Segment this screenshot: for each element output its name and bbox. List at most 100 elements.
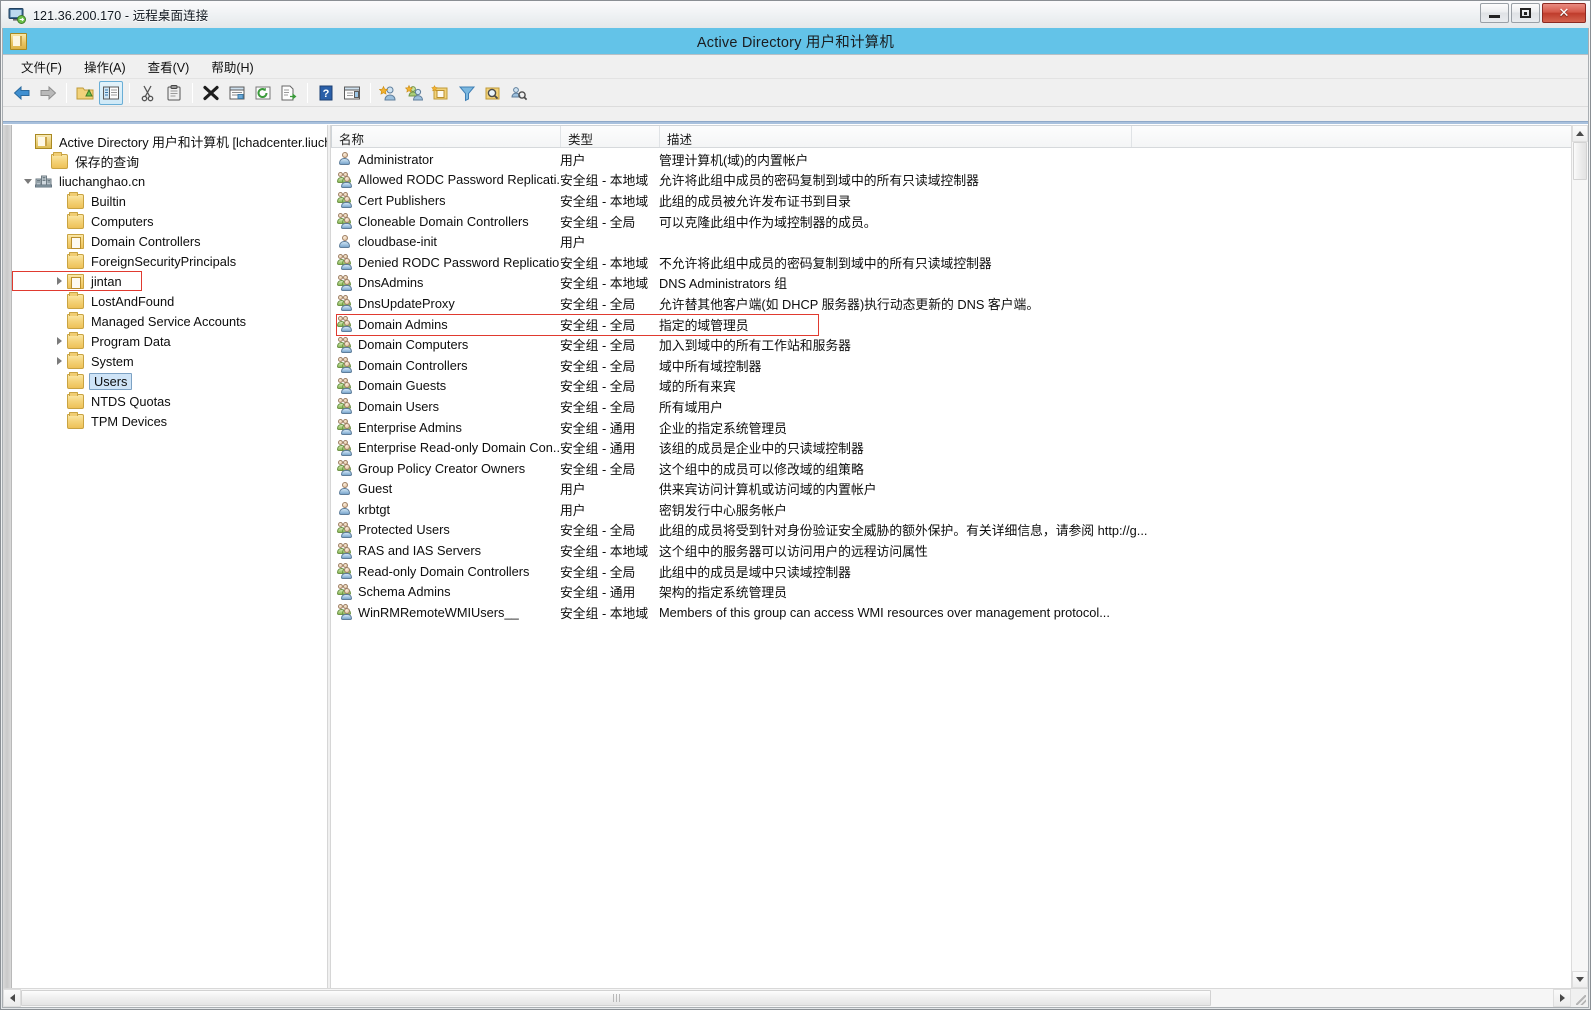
table-row[interactable]: RAS and IAS Servers 安全组 - 本地域 这个组中的服务器可以访问… bbox=[331, 540, 1571, 561]
tree-item-managed-service-accounts[interactable]: Managed Service Accounts bbox=[12, 311, 327, 331]
horizontal-scrollbar[interactable] bbox=[3, 988, 1588, 1007]
menu-file[interactable]: 文件(F) bbox=[11, 54, 72, 79]
chevron-right-icon[interactable] bbox=[52, 357, 67, 365]
table-row[interactable]: krbtgt 用户 密钥发行中心服务帐户 bbox=[331, 499, 1571, 520]
left-edge-scroll-rail[interactable] bbox=[3, 125, 12, 988]
cell-name: Domain Controllers bbox=[331, 357, 560, 374]
show-action-pane-button[interactable] bbox=[340, 81, 364, 105]
vertical-scrollbar-track[interactable] bbox=[1572, 142, 1588, 971]
object-name: Domain Controllers bbox=[358, 357, 468, 373]
table-row[interactable]: DnsUpdateProxy 安全组 - 全局 允许替其他客户端(如 DHCP 服务… bbox=[331, 293, 1571, 314]
tree-item-[interactable]: 保存的查询 bbox=[12, 151, 327, 171]
rdp-titlebar[interactable]: 121.36.200.170 - 远程桌面连接 ✕ bbox=[1, 1, 1590, 28]
show-hide-console-tree-button[interactable] bbox=[99, 80, 123, 105]
menu-bar: 文件(F) 操作(A) 查看(V) 帮助(H) bbox=[3, 55, 1588, 79]
tree-item-label: Computers bbox=[91, 213, 154, 229]
cell-type: 安全组 - 全局 bbox=[560, 296, 636, 312]
back-button[interactable] bbox=[10, 81, 34, 105]
list-view-pane[interactable]: 名称 类型 描述 Administrator 用户 管理计算机(域)的内置帐户 All… bbox=[331, 125, 1571, 988]
table-row[interactable]: DnsAdmins 安全组 - 本地域 DNS Administrators 组 bbox=[331, 273, 1571, 294]
up-one-level-button[interactable] bbox=[73, 81, 97, 105]
cut-button[interactable] bbox=[136, 81, 160, 105]
table-row[interactable]: Protected Users 安全组 - 全局 此组的成员将受到针对身份验证安全威… bbox=[331, 520, 1571, 541]
cell-type: 安全组 - 全局 bbox=[560, 379, 636, 395]
user-icon bbox=[337, 151, 353, 167]
table-row[interactable]: WinRMRemoteWMIUsers__ 安全组 - 本地域 Members of… bbox=[331, 602, 1571, 623]
mmc-titlebar[interactable]: Active Directory 用户和计算机 bbox=[3, 28, 1588, 55]
new-ou-button[interactable] bbox=[429, 81, 453, 105]
help-button[interactable]: ? bbox=[314, 81, 338, 105]
scroll-down-button[interactable] bbox=[1572, 971, 1588, 988]
table-row[interactable]: Enterprise Admins 安全组 - 通用 企业的指定系统管理员 bbox=[331, 417, 1571, 438]
scroll-up-button[interactable] bbox=[1572, 125, 1588, 142]
table-row[interactable]: Denied RODC Password Replicatio... 安全组 - … bbox=[331, 252, 1571, 273]
new-group-button[interactable] bbox=[403, 81, 427, 105]
menu-view[interactable]: 查看(V) bbox=[138, 54, 200, 79]
menu-help[interactable]: 帮助(H) bbox=[201, 54, 263, 79]
tree-item-program-data[interactable]: Program Data bbox=[12, 331, 327, 351]
tree-item-liuchanghao-cn[interactable]: liuchanghao.cn bbox=[12, 171, 327, 191]
tree-item-users[interactable]: Users bbox=[12, 371, 327, 391]
table-row[interactable]: Schema Admins 安全组 - 通用 架构的指定系统管理员 bbox=[331, 581, 1571, 602]
column-header-description[interactable]: 描述 bbox=[660, 126, 1132, 147]
minimize-button[interactable] bbox=[1480, 3, 1509, 23]
vertical-scrollbar-thumb[interactable] bbox=[1573, 142, 1587, 180]
cell-name: WinRMRemoteWMIUsers__ bbox=[331, 604, 560, 621]
vertical-scrollbar[interactable] bbox=[1571, 125, 1588, 988]
console-tree-pane[interactable]: Active Directory 用户和计算机 [lchadcenter.liu… bbox=[12, 125, 327, 988]
saved-query-button[interactable] bbox=[507, 81, 531, 105]
paste-button[interactable] bbox=[162, 81, 186, 105]
tree-item-system[interactable]: System bbox=[12, 351, 327, 371]
table-row[interactable]: Domain Controllers 安全组 - 全局 域中所有域控制器 bbox=[331, 355, 1571, 376]
scroll-right-button[interactable] bbox=[1553, 989, 1571, 1007]
maximize-button[interactable] bbox=[1511, 3, 1540, 23]
horizontal-scrollbar-thumb[interactable] bbox=[21, 990, 1211, 1006]
table-row[interactable]: Administrator 用户 管理计算机(域)的内置帐户 bbox=[331, 149, 1571, 170]
find-button[interactable] bbox=[481, 81, 505, 105]
toolbar-separator bbox=[370, 82, 371, 103]
column-header-name[interactable]: 名称 bbox=[332, 126, 561, 147]
list-view-rows[interactable]: Administrator 用户 管理计算机(域)的内置帐户 Allowed RODC… bbox=[331, 148, 1571, 988]
tree-item-foreignsecurityprincipals[interactable]: ForeignSecurityPrincipals bbox=[12, 251, 327, 271]
filter-button[interactable] bbox=[455, 81, 479, 105]
tree-item-ntds-quotas[interactable]: NTDS Quotas bbox=[12, 391, 327, 411]
chevron-right-icon[interactable] bbox=[52, 277, 67, 285]
table-row[interactable]: Guest 用户 供来宾访问计算机或访问域的内置帐户 bbox=[331, 479, 1571, 500]
table-row[interactable]: Allowed RODC Password Replicati... 安全组 - … bbox=[331, 170, 1571, 191]
cell-type: 安全组 - 本地域 bbox=[560, 276, 649, 292]
forward-button[interactable] bbox=[36, 81, 60, 105]
refresh-button[interactable] bbox=[251, 81, 275, 105]
horizontal-scrollbar-track[interactable] bbox=[21, 989, 1553, 1007]
properties-button[interactable] bbox=[225, 81, 249, 105]
table-row[interactable]: Domain Guests 安全组 - 全局 域的所有来宾 bbox=[331, 376, 1571, 397]
table-row[interactable]: Cloneable Domain Controllers 安全组 - 全局 可以克隆… bbox=[331, 211, 1571, 232]
tree-item-domain-controllers[interactable]: Domain Controllers bbox=[12, 231, 327, 251]
svg-text:?: ? bbox=[323, 88, 330, 100]
close-button[interactable]: ✕ bbox=[1542, 3, 1586, 23]
table-row[interactable]: Enterprise Read-only Domain Con... 安全组 - … bbox=[331, 437, 1571, 458]
table-row[interactable]: Domain Admins 安全组 - 全局 指定的域管理员 bbox=[331, 313, 1571, 336]
table-row[interactable]: Domain Computers 安全组 - 全局 加入到域中的所有工作站和服务器 bbox=[331, 334, 1571, 355]
table-row[interactable]: Group Policy Creator Owners 安全组 - 全局 这个组中的… bbox=[331, 458, 1571, 479]
export-list-button[interactable] bbox=[277, 81, 301, 105]
menu-action[interactable]: 操作(A) bbox=[74, 54, 136, 79]
window-resize-grip[interactable] bbox=[1571, 989, 1588, 1007]
tree-item-builtin[interactable]: Builtin bbox=[12, 191, 327, 211]
chevron-down-icon[interactable] bbox=[20, 178, 35, 184]
chevron-right-icon[interactable] bbox=[52, 337, 67, 345]
tree-item-tpm-devices[interactable]: TPM Devices bbox=[12, 411, 327, 431]
tree-item-label: Users bbox=[89, 372, 133, 390]
column-header-type[interactable]: 类型 bbox=[561, 126, 660, 147]
tree-item-jintan[interactable]: jintan bbox=[12, 271, 142, 291]
table-row[interactable]: Cert Publishers 安全组 - 本地域 此组的成员被允许发布证书到目录 bbox=[331, 190, 1571, 211]
object-name: Domain Users bbox=[358, 398, 440, 414]
scroll-left-button[interactable] bbox=[3, 989, 21, 1007]
tree-item-computers[interactable]: Computers bbox=[12, 211, 327, 231]
tree-item-lostandfound[interactable]: LostAndFound bbox=[12, 291, 327, 311]
tree-item-active-directory-lchadcenter-liuchang[interactable]: Active Directory 用户和计算机 [lchadcenter.liu… bbox=[12, 131, 327, 151]
table-row[interactable]: cloudbase-init 用户 bbox=[331, 231, 1571, 252]
table-row[interactable]: Domain Users 安全组 - 全局 所有域用户 bbox=[331, 396, 1571, 417]
table-row[interactable]: Read-only Domain Controllers 安全组 - 全局 此组中的… bbox=[331, 561, 1571, 582]
new-user-button[interactable] bbox=[377, 81, 401, 105]
delete-button[interactable] bbox=[199, 81, 223, 105]
